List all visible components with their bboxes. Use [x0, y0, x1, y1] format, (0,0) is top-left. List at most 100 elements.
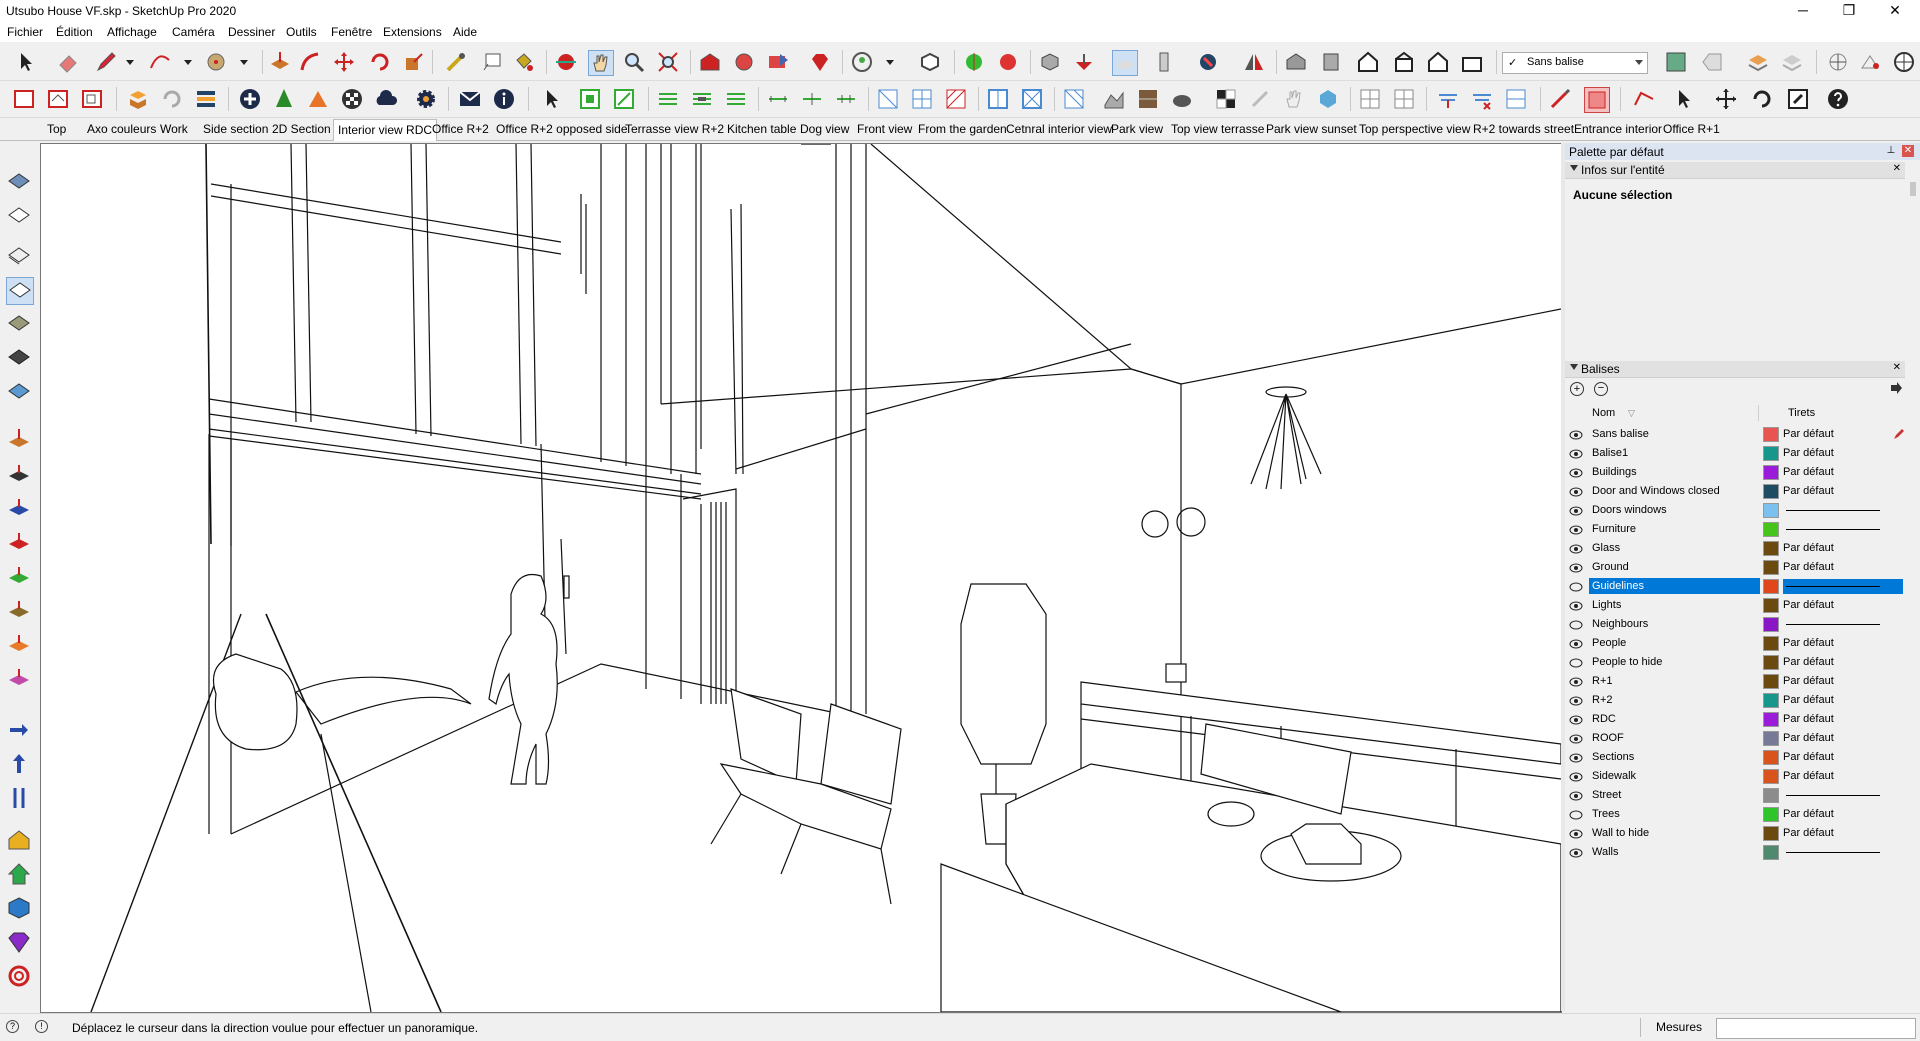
extrude-1-icon[interactable] [6, 461, 32, 487]
house-1-icon[interactable] [1284, 50, 1308, 74]
entity-info-header[interactable]: Infos sur l'entité ✕ [1565, 162, 1905, 179]
credits-icon[interactable]: ! [35, 1020, 48, 1033]
scene-tab-office-r1[interactable]: Office R+1 [1663, 122, 1720, 136]
extrude-n-icon[interactable] [6, 597, 32, 623]
tag-color-swatch[interactable] [1763, 579, 1779, 594]
menu-extensions[interactable]: Extensions [383, 25, 442, 39]
align-3-icon[interactable] [724, 87, 748, 111]
rotate-icon[interactable] [368, 50, 392, 74]
minimize-button[interactable]: ─ [1780, 0, 1826, 22]
add-tag-icon[interactable]: + [1570, 382, 1584, 396]
help-icon[interactable] [1826, 87, 1850, 111]
eye-open-icon[interactable] [1569, 676, 1583, 687]
eye-open-icon[interactable] [1569, 790, 1583, 801]
scene-tab-park-view[interactable]: Park view [1111, 122, 1163, 136]
tag-name[interactable]: Sidewalk [1589, 768, 1760, 784]
tag-row[interactable]: People to hide Par défaut [1565, 653, 1905, 672]
eye-open-icon[interactable] [1569, 600, 1583, 611]
tag-dash-style[interactable]: Par défaut [1783, 465, 1903, 480]
eye-open-icon[interactable] [1569, 448, 1583, 459]
eye-closed-icon[interactable] [1569, 809, 1583, 820]
eraser-icon[interactable] [56, 50, 80, 74]
measurements-input[interactable] [1716, 1018, 1916, 1039]
gold-house-icon[interactable] [6, 827, 32, 853]
face-hidden-icon[interactable] [6, 243, 32, 269]
tag-dash-style[interactable]: Par défaut [1783, 693, 1903, 708]
arrow-up-blue-icon[interactable] [6, 751, 32, 777]
terrain-1-icon[interactable] [1102, 87, 1126, 111]
tag-name[interactable]: Lights [1589, 597, 1760, 613]
tag-dash-style[interactable]: Par défaut [1783, 674, 1903, 689]
extrude-f-icon[interactable] [6, 665, 32, 691]
eye-open-icon[interactable] [1569, 771, 1583, 782]
tag-row[interactable]: Glass Par défaut [1565, 539, 1905, 558]
cloud-upload-icon[interactable] [374, 87, 398, 111]
tag-dash-style[interactable]: Par défaut [1783, 807, 1903, 822]
menu-edition[interactable]: Édition [56, 25, 93, 39]
tag-row[interactable]: Sections Par défaut [1565, 748, 1905, 767]
scale-icon[interactable] [402, 50, 426, 74]
axis-icon[interactable] [1826, 50, 1850, 74]
mirror-icon[interactable] [1242, 50, 1266, 74]
blue-cube-icon[interactable] [6, 895, 32, 921]
tag-dash-style[interactable] [1783, 522, 1903, 537]
column-name[interactable]: Nom [1592, 407, 1615, 419]
tag-dash-style[interactable] [1783, 845, 1903, 860]
menu-fichier[interactable]: Fichier [7, 25, 43, 39]
scene-tab-r2-towards-street[interactable]: R+2 towards street [1473, 122, 1574, 136]
face-hidden-line-icon[interactable] [6, 277, 34, 305]
tag-row[interactable]: Walls [1565, 843, 1905, 862]
push-pull-side-icon[interactable] [6, 427, 32, 453]
layout-2-icon[interactable] [46, 87, 70, 111]
face-textured-icon[interactable] [6, 345, 32, 371]
tag-color-swatch[interactable] [1763, 788, 1779, 803]
tag-color-swatch[interactable] [1763, 522, 1779, 537]
tag-row[interactable]: Door and Windows closed Par défaut [1565, 482, 1905, 501]
tag-color-swatch[interactable] [1763, 484, 1779, 499]
cursor-icon[interactable] [1672, 87, 1696, 111]
align-1-icon[interactable] [656, 87, 680, 111]
tag-name[interactable]: R+1 [1589, 673, 1760, 689]
menu-camera[interactable]: Caméra [172, 25, 215, 39]
solid-tools-icon[interactable] [1072, 50, 1096, 74]
close-button[interactable]: ✕ [1872, 0, 1918, 22]
eye-open-icon[interactable] [1569, 733, 1583, 744]
tag-name[interactable]: Wall to hide [1589, 825, 1760, 841]
paint-remove-icon[interactable] [1584, 87, 1610, 113]
tag-row[interactable]: ROOF Par défaut [1565, 729, 1905, 748]
green-sphere-icon[interactable] [962, 50, 986, 74]
layers-icon[interactable] [1746, 50, 1770, 74]
eye-closed-icon[interactable] [1569, 657, 1583, 668]
face-shaded-icon[interactable] [6, 311, 32, 337]
tag-row[interactable]: RDC Par défaut [1565, 710, 1905, 729]
rotate-black-icon[interactable] [1750, 87, 1774, 111]
tag-name[interactable]: Neighbours [1589, 616, 1760, 632]
tag-row[interactable]: Trees Par défaut [1565, 805, 1905, 824]
tag-dash-style[interactable]: Par défaut [1783, 750, 1903, 765]
table-2-icon[interactable] [1392, 87, 1416, 111]
tag-row[interactable]: Street [1565, 786, 1905, 805]
eye-open-icon[interactable] [1569, 847, 1583, 858]
scale-black-icon[interactable] [1786, 87, 1810, 111]
tag-name[interactable]: Trees [1589, 806, 1760, 822]
scene-tab-park-view-sunset[interactable]: Park view sunset [1266, 122, 1357, 136]
grid-2-icon[interactable] [910, 87, 934, 111]
tag-name[interactable]: Furniture [1589, 521, 1760, 537]
green-house-icon[interactable] [6, 861, 32, 887]
tag-color-swatch[interactable] [1763, 693, 1779, 708]
scene-tab-top-view-terrasse[interactable]: Top view terrasse [1171, 122, 1264, 136]
tag-row[interactable]: Balise1 Par défaut [1565, 444, 1905, 463]
purple-gem-icon[interactable] [6, 929, 32, 955]
pencil-icon[interactable] [94, 50, 118, 74]
filter-2-icon[interactable] [1470, 87, 1494, 111]
dropdown-arrow-icon[interactable] [232, 50, 256, 74]
face-monochrome-icon[interactable] [6, 379, 32, 405]
tag-color-swatch[interactable] [1763, 617, 1779, 632]
tag-dash-style[interactable]: Par défaut [1783, 598, 1903, 613]
delete-tag-icon[interactable]: − [1594, 382, 1608, 396]
face-white-icon[interactable] [6, 203, 32, 229]
scene-tab-side-section[interactable]: Side section [203, 122, 268, 136]
tag-dash-style[interactable]: Par défaut [1783, 484, 1903, 499]
menu-outils[interactable]: Outils [286, 25, 317, 39]
style-icon[interactable] [1196, 50, 1220, 74]
